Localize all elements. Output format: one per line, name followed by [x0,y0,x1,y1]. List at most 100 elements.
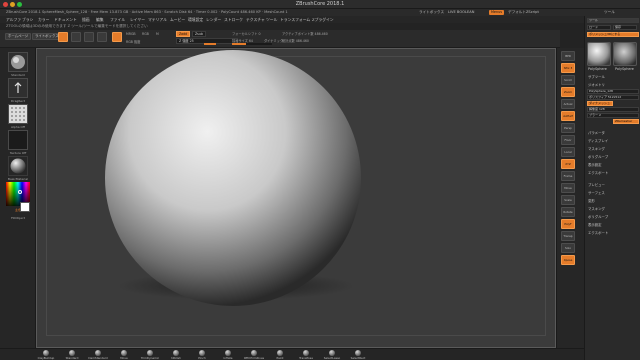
masking-section[interactable]: マスキング [588,146,605,151]
spix-button[interactable]: SPix 3 [561,63,575,73]
brush-standard[interactable]: Standard [59,349,85,360]
home-page-button[interactable]: ホームページ [5,33,32,40]
masking-lower-section[interactable]: マスキング [588,206,605,211]
persp-button[interactable]: Persp [561,123,575,133]
actual-button[interactable]: Actual [561,99,575,109]
make-polymesh-button[interactable]: ポリメッシュ3Dにする [587,32,639,37]
display-section[interactable]: ディスプレイ [588,138,608,143]
rotate-mode-icon[interactable] [112,32,122,42]
zoom-button[interactable]: Zoom [561,87,575,97]
polyf-button[interactable]: PolyF [561,219,575,229]
brush-claybuildup[interactable]: ClayBuildup [33,349,59,360]
floor-button[interactable]: Floor [561,135,575,145]
solo-button[interactable]: Solo [561,243,575,253]
alpha-off-tile[interactable] [8,104,28,124]
brush-transpose[interactable]: TransPose [293,349,319,360]
aahalf-button[interactable]: AAHalf [561,111,575,121]
geometry-bar-1[interactable]: PolySphere_128 [587,89,639,94]
zremesher-button[interactable]: ZRemesher [613,119,639,124]
menu-live-boolean[interactable]: LIVE BOOLEAN [448,10,474,14]
paint-label: Paint [276,356,284,360]
geometry-bar-2[interactable]: ポリスフィア 512x512 [587,95,639,100]
brush-move[interactable]: Move [111,349,137,360]
window-titlebar: ZBrushCore 2018.1 [0,0,640,9]
subtool-section[interactable]: サブツール [588,74,605,79]
menu-default-zscript[interactable]: デフォルトZScript [508,10,539,15]
brush-imm-primitives[interactable]: IMM Primitives [241,349,267,360]
fill-object-label[interactable]: FillObject [2,216,34,220]
polysphere-mesh[interactable] [105,50,361,306]
tool-save-button[interactable]: 保存 [613,25,637,30]
frame-button[interactable]: Frame [561,171,575,181]
brush-pinch[interactable]: Pinch [189,349,215,360]
menus-toggle[interactable]: Menus [489,10,505,15]
polygroup-lower-section[interactable]: ポリグループ [588,214,608,219]
menu-lightbox[interactable]: ライトボックス [419,10,444,15]
scale-view-button[interactable]: Scale [561,195,575,205]
display-settings-section[interactable]: 表示設定 [588,162,602,167]
scroll-button[interactable]: Scroll [561,75,575,85]
brush-selectlasso[interactable]: SelectLasso [319,349,345,360]
menu-tool[interactable]: ツール [604,10,615,15]
move-view-button[interactable]: Move [561,183,575,193]
polygroups-section[interactable]: ポリグループ [588,154,608,159]
surface-section[interactable]: サーフェス [588,190,605,195]
brush-paint[interactable]: Paint [267,349,293,360]
m-label[interactable]: M [156,32,159,36]
z-intensity-fill [204,43,216,45]
xpose-button[interactable]: Xpose [561,255,575,265]
move-mode-icon[interactable] [84,32,94,42]
mrgb-label[interactable]: MRGB [126,32,136,36]
export-section[interactable]: エクスポート [588,170,608,175]
brush-inflate[interactable]: Inflate [215,349,241,360]
tool-palette-header[interactable]: ツール [587,18,639,23]
brush-trimdynamic[interactable]: TrimDynamic [137,349,163,360]
tool-palette: ツール ロード 保存 ポリメッシュ3Dにする PolySphere PolySp… [584,16,640,360]
brush-hpolish[interactable]: hPolish [163,349,189,360]
preview-section[interactable]: プレビュー [588,182,605,187]
deformation-section[interactable]: 変形 [588,198,595,203]
hint-text: ZTOOLの領域は3Dのみ使用できます Z ツール/ツールで編集モードを選択して… [6,24,148,28]
material-tile[interactable] [8,156,28,176]
polysphere-thumb-alt[interactable] [613,42,637,66]
inflate-label: Inflate [223,356,233,360]
texture-off-tile[interactable] [8,130,28,150]
dynamic-label[interactable]: ダイナミック [264,38,283,43]
secondary-color-swatch[interactable] [20,202,30,212]
stroke-dragrect-tile[interactable] [8,78,28,98]
document-canvas[interactable] [36,48,556,348]
main-menubar: アルファ ブラシ カラー ドキュメント 描画 編集 ファイル レイヤー マテリア… [0,16,640,23]
sphere-viewport[interactable] [36,48,556,348]
resolution-slider[interactable]: 解像度 128 [587,107,639,112]
selectlasso-label: SelectLasso [323,356,341,360]
brush-standard-label: Standard [11,73,25,77]
local-button[interactable]: Local [561,147,575,157]
dynamesh-button[interactable]: ダイナメッシュ [587,101,613,106]
total-points: 総計点数 486.460 [282,39,309,43]
claybuildup-label: ClayBuildup [37,356,55,360]
zsub-toggle[interactable]: Zsub [192,31,206,37]
material-label: BasicMaterial [7,177,29,181]
rgb-label[interactable]: RGB [142,32,149,36]
draw-mode-icon[interactable] [71,32,81,42]
focal-shift-label[interactable]: フォーカルシフト 0 [232,31,261,36]
brush-standard-tile[interactable] [8,52,28,72]
alpha-off-label: Alpha Off [11,125,25,129]
brush-damstandard[interactable]: DamStandard [85,349,111,360]
blur-slider[interactable]: ブラー 2 [587,113,639,118]
display-lower-section[interactable]: 表示設定 [588,222,602,227]
xyz-button[interactable]: XYZ [561,159,575,169]
transp-button[interactable]: Transp [561,231,575,241]
polysphere-thumb[interactable] [587,42,611,66]
edit-mode-icon[interactable] [58,32,68,42]
bpr-button[interactable]: BPR [561,51,575,61]
brush-selectrect[interactable]: SelectRect [345,349,371,360]
standard-brush-label: Standard [65,356,79,360]
zadd-toggle[interactable]: Zadd [176,31,190,37]
rotate-view-button[interactable]: Rotate [561,207,575,217]
tool-load-button[interactable]: ロード [587,25,611,30]
parameters-section[interactable]: パラメータ [588,130,605,135]
geometry-section[interactable]: ジオメトリ [588,82,605,87]
export-lower-section[interactable]: エクスポート [588,230,608,235]
scale-mode-icon[interactable] [97,32,107,42]
